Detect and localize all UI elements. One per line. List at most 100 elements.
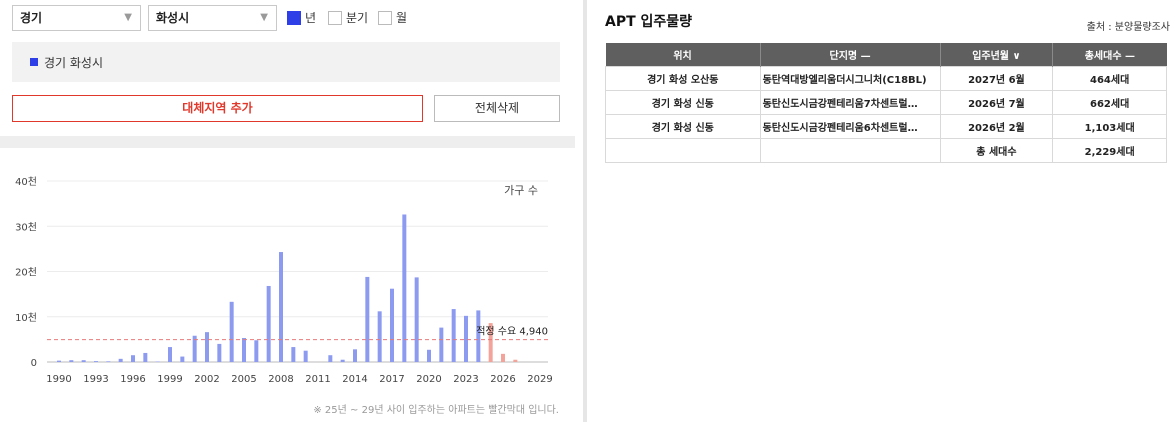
- chevron-down-icon: ▼: [124, 12, 132, 23]
- cell-complex: 동탄신도시금강펜테리움7차센트럴…: [759, 90, 941, 115]
- total-value: 2,229세대: [1052, 138, 1167, 163]
- supply-bar-chart: 0 10천 20천 30천 40천 1990 1993 1996 1999 2002 2005 200…: [15, 176, 553, 385]
- x-tick-label: 1993: [83, 374, 108, 385]
- total-row: 총 세대수 2,229세대: [605, 138, 1167, 163]
- bar: [118, 358, 123, 362]
- x-tick-label: 2029: [527, 374, 552, 385]
- bar: [69, 360, 74, 362]
- bar: [106, 361, 111, 362]
- bar: [303, 350, 308, 362]
- cell-empty: [759, 138, 941, 163]
- apt-source: 출처 : 분양물량조사: [1086, 22, 1170, 33]
- bar: [81, 360, 86, 362]
- add-region-button[interactable]: 대체지역 추가: [12, 95, 423, 122]
- x-tick-label: 2011: [305, 374, 330, 385]
- bar: [414, 277, 419, 362]
- bar: [217, 343, 222, 362]
- bar: [513, 359, 518, 362]
- apt-title: APT 입주물량: [605, 14, 693, 30]
- cell-complex: 동탄역대방엘리움더시그니처(C18BL): [759, 66, 941, 91]
- bar: [94, 361, 98, 362]
- cell-location: 경기 화성 신동: [605, 114, 761, 139]
- x-tick-label: 1999: [157, 374, 182, 385]
- city-select[interactable]: 화성시 ▼: [148, 5, 277, 31]
- bar: [501, 353, 505, 362]
- bar: [353, 349, 357, 362]
- cell-complex: 동탄신도시금강펜테리움6차센트럴…: [759, 114, 941, 139]
- cell-units: 662세대: [1052, 90, 1167, 115]
- apt-supply-panel: APT 입주물량 출처 : 분양물량조사 위치 단지명 — 입주년월 ∨ 총세대…: [605, 0, 1170, 422]
- delete-all-button[interactable]: 전체삭제: [434, 95, 560, 122]
- period-year-option[interactable]: 년: [287, 9, 316, 26]
- apt-table: 위치 단지명 — 입주년월 ∨ 총세대수 — 경기 화성 오산동 동탄역대방엘리…: [605, 43, 1167, 163]
- bar: [340, 359, 345, 362]
- cell-location: 경기 화성 신동: [605, 90, 761, 115]
- year-label: 년: [305, 11, 317, 25]
- x-tick-label: 2026: [490, 374, 515, 385]
- selected-region-box: 경기 화성시: [12, 42, 560, 82]
- chevron-down-icon: ▼: [260, 12, 268, 23]
- total-label: 총 세대수: [939, 138, 1054, 163]
- bar: [328, 355, 333, 362]
- bar: [291, 347, 296, 362]
- quarter-checkbox[interactable]: [328, 10, 342, 25]
- x-tick-label: 1996: [120, 374, 145, 385]
- table-row[interactable]: 경기 화성 신동 동탄신도시금강펜테리움7차센트럴… 2026년 7월 662세…: [605, 90, 1167, 115]
- series-legend: 가구 수: [504, 184, 538, 197]
- province-select[interactable]: 경기 ▼: [12, 5, 141, 31]
- cell-move-in: 2027년 6월: [939, 66, 1054, 91]
- table-row[interactable]: 경기 화성 오산동 동탄역대방엘리움더시그니처(C18BL) 2027년 6월 …: [605, 66, 1167, 91]
- bar: [365, 276, 370, 362]
- x-tick-label: 1990: [46, 374, 71, 385]
- supply-filter-panel: 경기 ▼ 화성시 ▼ 년 분기 월 경기 화성시 대체지역 추가 전체삭제 01…: [0, 0, 575, 422]
- x-tick-label: 2002: [194, 374, 219, 385]
- cell-units: 1,103세대: [1052, 114, 1167, 139]
- x-tick-label: 2005: [231, 374, 256, 385]
- year-checkbox[interactable]: [287, 10, 301, 25]
- bar: [254, 340, 259, 362]
- bar: [168, 347, 172, 362]
- region-color-marker: [30, 58, 38, 66]
- period-quarter-option[interactable]: 분기: [328, 9, 368, 26]
- header-units[interactable]: 총세대수 —: [1052, 43, 1167, 67]
- bar: [180, 356, 185, 362]
- province-value: 경기: [20, 11, 43, 25]
- city-value: 화성시: [156, 11, 190, 25]
- cell-units: 464세대: [1052, 66, 1167, 91]
- bar: [242, 338, 246, 362]
- cell-empty: [605, 138, 761, 163]
- bar: [143, 352, 148, 362]
- bar: [427, 349, 431, 362]
- cell-move-in: 2026년 7월: [939, 90, 1054, 115]
- bar: [451, 309, 456, 362]
- panel-divider: [583, 0, 587, 422]
- table-row[interactable]: 경기 화성 신동 동탄신도시금강펜테리움6차센트럴… 2026년 2월 1,10…: [605, 114, 1167, 139]
- bar: [279, 252, 283, 362]
- y-tick-label: 0: [31, 358, 37, 369]
- header-move-in[interactable]: 입주년월 ∨: [940, 43, 1054, 67]
- selected-region-label: 경기 화성시: [44, 56, 104, 70]
- bar: [131, 355, 135, 362]
- quarter-label: 분기: [346, 11, 369, 25]
- section-separator: [0, 136, 575, 148]
- bar: [464, 315, 468, 362]
- month-checkbox[interactable]: [378, 10, 392, 25]
- header-complex[interactable]: 단지명 —: [760, 43, 941, 67]
- header-location[interactable]: 위치: [605, 43, 761, 67]
- bar: [57, 360, 61, 362]
- cell-move-in: 2026년 2월: [939, 114, 1054, 139]
- period-month-option[interactable]: 월: [378, 9, 407, 26]
- y-tick-label: 20천: [15, 267, 37, 279]
- apt-table-header: 위치 단지명 — 입주년월 ∨ 총세대수 —: [605, 43, 1167, 67]
- bar: [377, 311, 382, 362]
- bar: [390, 288, 394, 362]
- x-tick-label: 2023: [453, 374, 478, 385]
- x-tick-label: 2014: [342, 374, 367, 385]
- bar: [205, 332, 209, 362]
- bar: [439, 327, 444, 362]
- x-tick-label: 2017: [379, 374, 404, 385]
- bar: [229, 301, 234, 362]
- y-tick-label: 10천: [15, 312, 37, 324]
- month-label: 월: [396, 11, 408, 25]
- cell-location: 경기 화성 오산동: [605, 66, 761, 91]
